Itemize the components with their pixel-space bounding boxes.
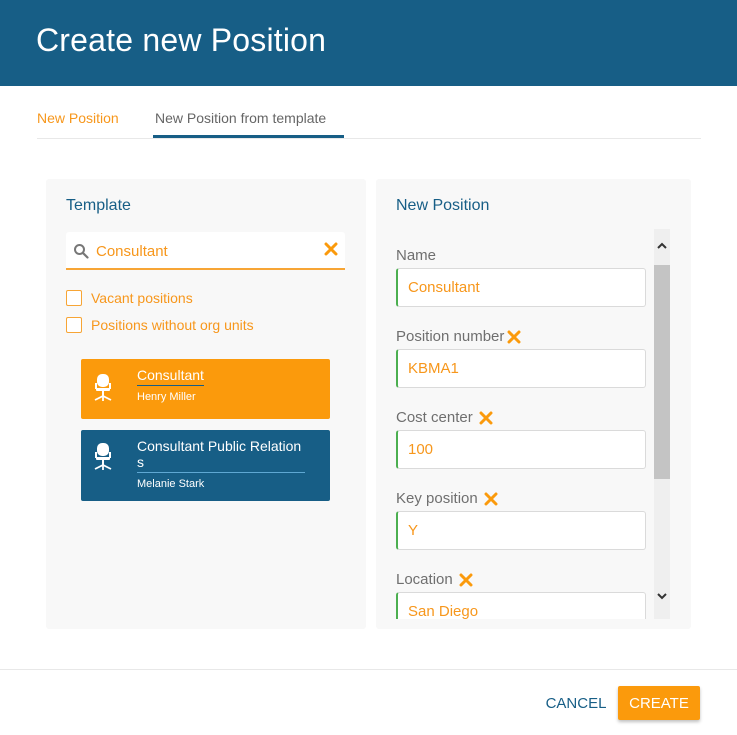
new-position-panel: New Position Name Position number Cost c… (376, 179, 691, 629)
office-chair-icon (94, 443, 112, 470)
tab-new-position[interactable]: New Position (37, 110, 119, 126)
label-text: Position number (396, 328, 505, 345)
location-label: Location (396, 571, 473, 588)
template-search (66, 232, 345, 270)
scrollbar-thumb[interactable] (654, 265, 670, 479)
dialog-header: Create new Position (0, 0, 737, 86)
key-position-field[interactable] (396, 511, 646, 550)
label-text: Name (396, 247, 437, 264)
template-result-item[interactable]: Consultant Public Relations Melanie Star… (81, 430, 330, 501)
remove-field-icon[interactable] (507, 330, 521, 344)
template-search-input[interactable] (96, 240, 311, 262)
location-field[interactable] (396, 592, 646, 619)
template-result-item[interactable]: Consultant Henry Miller (81, 359, 330, 419)
name-label: Name (396, 247, 436, 264)
create-button[interactable]: CREATE (618, 686, 700, 720)
active-tab-indicator (153, 135, 344, 138)
cost-center-field[interactable] (396, 430, 646, 469)
clear-search-icon[interactable] (323, 241, 339, 257)
new-position-panel-title: New Position (396, 197, 490, 214)
template-panel: Template Vacant positions Positions with… (46, 179, 366, 629)
name-input[interactable] (398, 269, 645, 306)
position-number-field[interactable] (396, 349, 646, 388)
cost-center-input[interactable] (398, 431, 645, 468)
result-title: Consultant Public Relations (137, 438, 305, 473)
search-icon (74, 244, 89, 259)
result-holder: Melanie Stark (137, 478, 205, 490)
cancel-button[interactable]: CANCEL (540, 686, 612, 720)
location-input[interactable] (398, 593, 645, 619)
result-title: Consultant (137, 367, 204, 386)
vacant-positions-checkbox[interactable]: Vacant positions (66, 289, 193, 307)
remove-field-icon[interactable] (479, 411, 493, 425)
remove-field-icon[interactable] (459, 573, 473, 587)
office-chair-icon (94, 374, 112, 401)
scroll-up-icon[interactable] (656, 241, 668, 251)
cost-center-label: Cost center (396, 409, 493, 426)
template-panel-title: Template (66, 197, 131, 214)
key-position-input[interactable] (398, 512, 645, 549)
remove-field-icon[interactable] (484, 492, 498, 506)
label-text: Key position (396, 490, 478, 507)
label-text: Cost center (396, 409, 473, 426)
footer-divider (0, 669, 737, 670)
tab-new-position-from-template[interactable]: New Position from template (155, 110, 326, 126)
key-position-label: Key position (396, 490, 498, 507)
scroll-down-icon[interactable] (656, 591, 668, 601)
tab-bar: New Position New Position from template (37, 100, 701, 139)
checkbox-label: Vacant positions (91, 290, 193, 306)
checkbox-box[interactable] (66, 317, 82, 333)
dialog-title: Create new Position (36, 22, 327, 58)
checkbox-box[interactable] (66, 290, 82, 306)
fields-scrollbar[interactable] (654, 229, 670, 619)
position-number-label: Position number (396, 328, 521, 345)
name-field[interactable] (396, 268, 646, 307)
fields-scroll-area: Name Position number Cost center Key pos… (396, 229, 671, 619)
positions-without-org-units-checkbox[interactable]: Positions without org units (66, 316, 254, 334)
label-text: Location (396, 571, 453, 588)
position-number-input[interactable] (398, 350, 645, 387)
checkbox-label: Positions without org units (91, 317, 254, 333)
result-holder: Henry Miller (137, 391, 196, 403)
